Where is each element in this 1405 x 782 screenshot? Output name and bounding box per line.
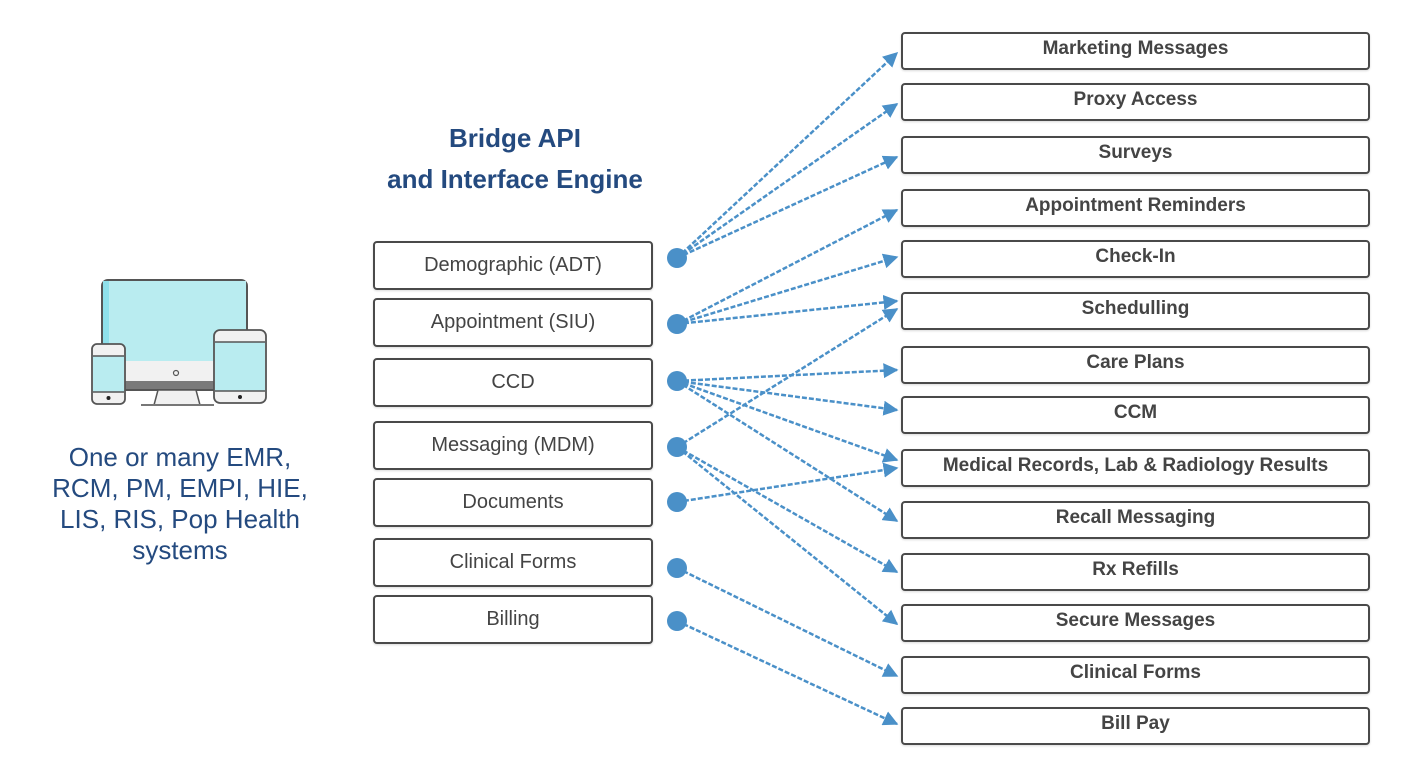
output-box-scheduling: Schedulling — [901, 292, 1370, 330]
output-box-recall: Recall Messaging — [901, 501, 1370, 539]
connector-dot-clinical_forms — [667, 558, 687, 578]
output-label: Appointment Reminders — [1025, 195, 1246, 216]
output-label: Clinical Forms — [1070, 662, 1201, 683]
input-box-ccd: CCD — [373, 358, 653, 407]
connector-appointment-to-scheduling — [676, 294, 899, 326]
connector-demographic-to-surveys — [676, 155, 899, 260]
title-line-2: and Interface Engine — [387, 164, 643, 194]
output-box-ccm: CCM — [901, 396, 1370, 434]
output-box-appt-reminders: Appointment Reminders — [901, 189, 1370, 227]
output-label: Proxy Access — [1073, 89, 1198, 110]
connector-appointment-to-appt_reminders — [676, 208, 899, 326]
input-box-clinical-forms: Clinical Forms — [373, 538, 653, 587]
input-box-messaging: Messaging (MDM) — [373, 421, 653, 470]
input-label: Messaging (MDM) — [431, 434, 595, 456]
caption-line: LIS, RIS, Pop Health — [60, 504, 300, 534]
connector-dot-billing — [667, 611, 687, 631]
caption-line: RCM, PM, EMPI, HIE, — [52, 473, 308, 503]
input-label: Demographic (ADT) — [424, 254, 602, 276]
output-label: Marketing Messages — [1042, 38, 1229, 59]
connector-ccd-to-ccm — [676, 379, 899, 416]
output-box-care-plans: Care Plans — [901, 346, 1370, 384]
output-label: Rx Refills — [1092, 559, 1179, 580]
output-box-bill-pay: Bill Pay — [901, 707, 1370, 745]
connector-messaging-to-rx — [676, 445, 899, 574]
caption-line: One or many EMR, — [68, 442, 292, 472]
output-label: Medical Records, Lab & Radiology Results — [942, 455, 1329, 476]
output-label: Bill Pay — [1101, 713, 1170, 734]
input-box-documents: Documents — [373, 478, 653, 527]
source-systems-caption: One or many EMR, RCM, PM, EMPI, HIE, LIS… — [30, 442, 330, 566]
input-label: Clinical Forms — [449, 551, 577, 573]
connector-messaging-to-secure — [676, 446, 899, 625]
caption-line: systems — [132, 535, 228, 565]
connector-dot-ccd — [667, 371, 687, 391]
diagram-title: Bridge API and Interface Engine — [330, 118, 700, 200]
input-label: CCD — [491, 371, 535, 393]
input-box-billing: Billing — [373, 595, 653, 644]
output-label: Surveys — [1098, 142, 1173, 163]
output-label: CCM — [1113, 402, 1158, 423]
input-box-appointment: Appointment (SIU) — [373, 298, 653, 347]
connector-ccd-to-recall — [676, 379, 899, 523]
output-box-proxy: Proxy Access — [901, 83, 1370, 121]
connector-demographic-to-marketing — [676, 51, 899, 259]
connector-demographic-to-proxy — [676, 102, 899, 260]
output-label: Recall Messaging — [1055, 507, 1216, 528]
output-label: Secure Messages — [1055, 610, 1216, 631]
title-line-1: Bridge API — [449, 123, 581, 153]
connector-appointment-to-checkin — [676, 253, 899, 326]
connector-dot-documents — [667, 492, 687, 512]
output-box-surveys: Surveys — [901, 136, 1370, 174]
output-box-marketing: Marketing Messages — [901, 32, 1370, 70]
connector-clinical_forms-to-out_clinical_forms — [676, 566, 899, 678]
connector-dot-appointment — [667, 314, 687, 334]
connector-dot-demographic — [667, 248, 687, 268]
connector-dot-messaging — [667, 437, 687, 457]
devices-icon — [84, 272, 284, 412]
connector-messaging-to-scheduling — [676, 307, 899, 449]
output-box-secure-messages: Secure Messages — [901, 604, 1370, 642]
output-box-clinical-forms: Clinical Forms — [901, 656, 1370, 694]
connector-ccd-to-care_plans — [676, 363, 899, 383]
output-label: Check-In — [1095, 246, 1176, 267]
input-box-demographic: Demographic (ADT) — [373, 241, 653, 290]
output-box-checkin: Check-In — [901, 240, 1370, 278]
input-label: Documents — [462, 491, 564, 513]
output-label: Schedulling — [1081, 298, 1190, 319]
output-box-medical-records: Medical Records, Lab & Radiology Results — [901, 449, 1370, 487]
connector-billing-to-bill_pay — [676, 619, 899, 726]
output-box-rx-refills: Rx Refills — [901, 553, 1370, 591]
input-label: Billing — [486, 608, 540, 630]
output-label: Care Plans — [1086, 352, 1185, 373]
input-label: Appointment (SIU) — [430, 311, 596, 333]
connector-documents-to-medical_records — [676, 462, 899, 504]
connector-ccd-to-medical_records — [676, 379, 899, 463]
